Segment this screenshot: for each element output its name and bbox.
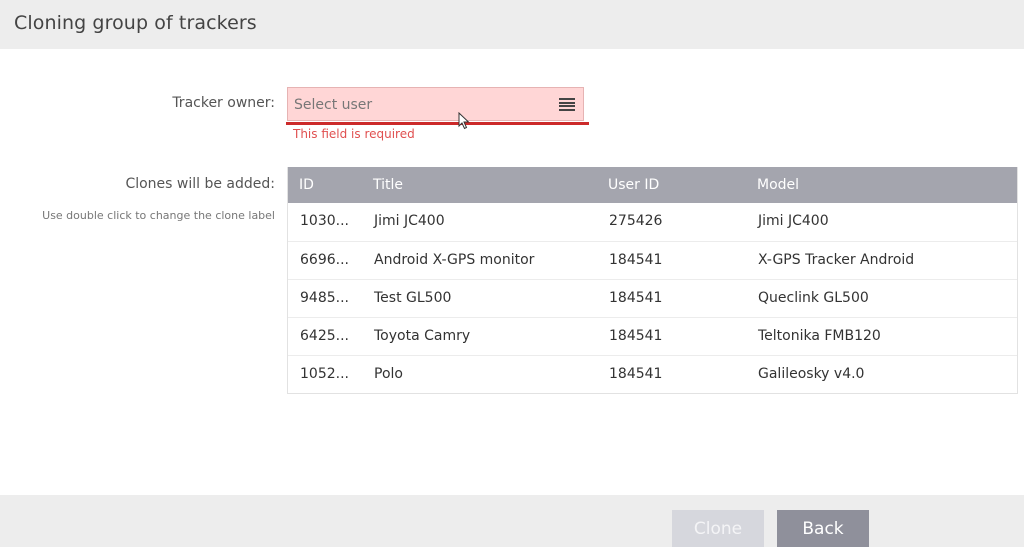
cell-id: 6696... [300, 252, 349, 268]
cell-model: Queclink GL500 [758, 290, 869, 306]
cell-user-id: 184541 [609, 252, 663, 268]
list-menu-icon[interactable] [559, 98, 575, 111]
tracker-owner-placeholder: Select user [294, 97, 373, 113]
cell-title[interactable]: Test GL500 [374, 290, 451, 306]
table-row[interactable]: 9485... Test GL500 184541 Queclink GL500 [288, 279, 1017, 317]
field-required-error: This field is required [293, 127, 415, 141]
table-row[interactable]: 6696... Android X-GPS monitor 184541 X-G… [288, 241, 1017, 279]
column-header-user-id[interactable]: User ID [608, 177, 659, 193]
column-header-title[interactable]: Title [373, 177, 403, 193]
column-header-id[interactable]: ID [299, 177, 314, 193]
table-header: ID Title User ID Model [288, 167, 1017, 203]
error-underline [286, 122, 589, 125]
tracker-owner-label: Tracker owner: [172, 95, 275, 111]
cell-id: 6425... [300, 328, 349, 344]
cell-user-id: 275426 [609, 213, 663, 229]
cell-model: X-GPS Tracker Android [758, 252, 915, 268]
dialog-header: Cloning group of trackers [0, 0, 1024, 49]
clones-table: ID Title User ID Model 1030... Jimi JC40… [287, 167, 1018, 394]
table-row[interactable]: 1030... Jimi JC400 275426 Jimi JC400 [288, 203, 1017, 241]
cell-model: Jimi JC400 [758, 213, 829, 229]
cell-user-id: 184541 [609, 366, 663, 382]
clone-label-hint: Use double click to change the clone lab… [42, 209, 275, 222]
dialog-title: Cloning group of trackers [14, 12, 257, 34]
dialog-footer: Clone Back [0, 495, 1024, 547]
cell-user-id: 184541 [609, 290, 663, 306]
clones-label: Clones will be added: [125, 176, 275, 192]
cell-user-id: 184541 [609, 328, 663, 344]
cell-id: 1030... [300, 213, 349, 229]
column-header-model[interactable]: Model [757, 177, 799, 193]
table-row[interactable]: 1052... Polo 184541 Galileosky v4.0 [288, 355, 1017, 393]
cell-title[interactable]: Jimi JC400 [374, 213, 445, 229]
cell-title[interactable]: Polo [374, 366, 403, 382]
cell-model: Galileosky v4.0 [758, 366, 865, 382]
back-button[interactable]: Back [777, 510, 869, 547]
mouse-pointer-icon [458, 112, 470, 130]
clone-button[interactable]: Clone [672, 510, 764, 547]
cell-title[interactable]: Toyota Camry [374, 328, 470, 344]
cell-id: 9485... [300, 290, 349, 306]
cell-model: Teltonika FMB120 [758, 328, 881, 344]
cell-title[interactable]: Android X-GPS monitor [374, 252, 534, 268]
table-row[interactable]: 6425... Toyota Camry 184541 Teltonika FM… [288, 317, 1017, 355]
cell-id: 1052... [300, 366, 349, 382]
tracker-owner-select[interactable]: Select user [287, 87, 584, 121]
